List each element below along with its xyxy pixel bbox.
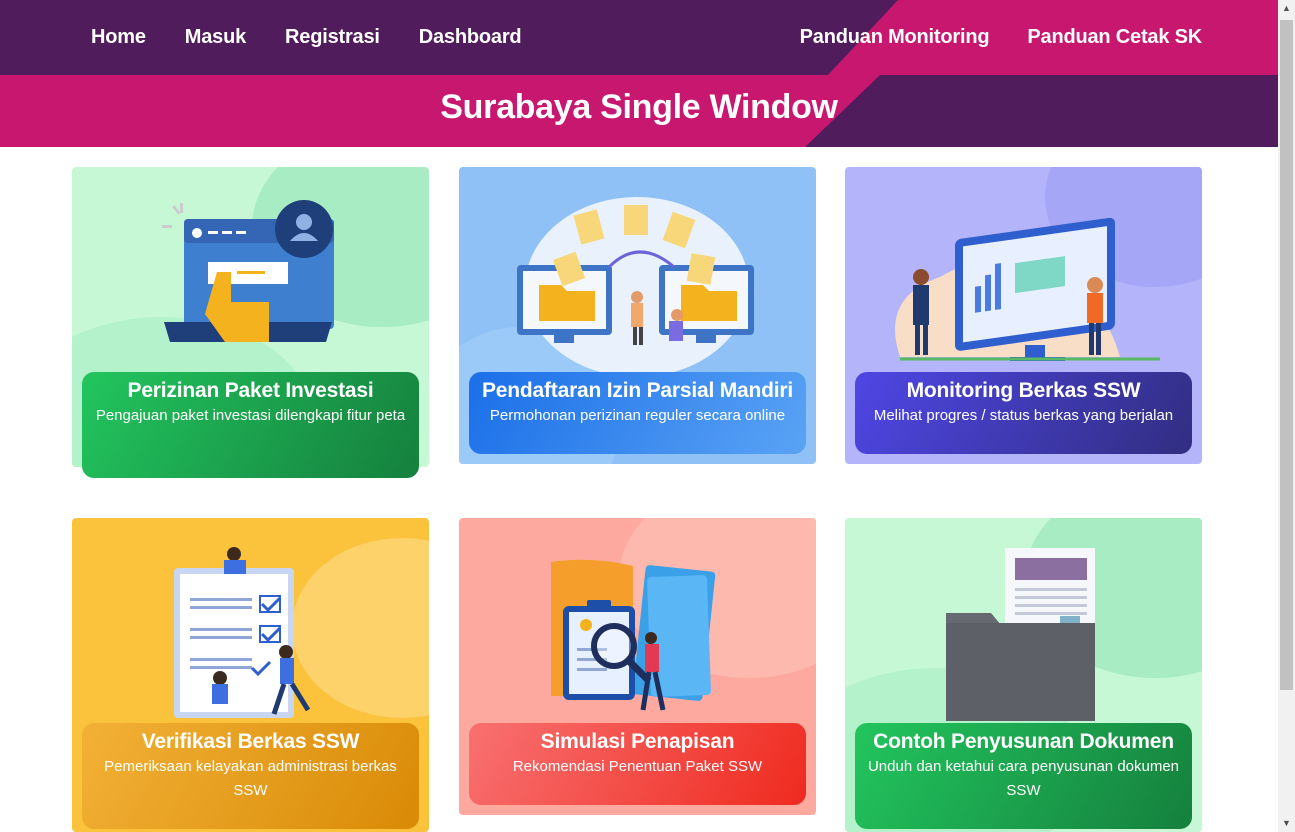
nav-monitoring-guide-link[interactable]: Panduan Monitoring (800, 26, 990, 49)
card-pendaftaran-izin-parsial-mandiri[interactable]: Pendaftaran Izin Parsial Mandiri Permoho… (459, 167, 816, 464)
card-caption: Simulasi Penapisan Rekomendasi Penentuan… (469, 723, 806, 805)
nav-left-group: Home Masuk Registrasi Dashboard (91, 0, 522, 75)
nav-home-link[interactable]: Home (91, 26, 146, 49)
card-perizinan-paket-investasi[interactable]: Perizinan Paket Investasi Pengajuan pake… (72, 167, 429, 478)
clipboard-search-illustration-icon (551, 559, 716, 711)
card-simulasi-penapisan[interactable]: Simulasi Penapisan Rekomendasi Penentuan… (459, 518, 816, 815)
title-banner: Surabaya Single Window (0, 75, 1278, 147)
login-hand-illustration-icon (162, 200, 334, 342)
card-verifikasi-berkas-ssw[interactable]: Verifikasi Berkas SSW Pemeriksaan kelaya… (72, 518, 429, 832)
nav-dashboard-link[interactable]: Dashboard (419, 26, 522, 49)
card-monitoring-berkas-ssw[interactable]: Monitoring Berkas SSW Melihat progres / … (845, 167, 1202, 464)
card-caption: Monitoring Berkas SSW Melihat progres / … (855, 372, 1192, 454)
card-caption: Pendaftaran Izin Parsial Mandiri Permoho… (469, 372, 806, 454)
top-navbar: Home Masuk Registrasi Dashboard Panduan … (0, 0, 1278, 75)
scroll-down-arrow-icon[interactable]: ▼ (1278, 815, 1295, 832)
card-description: Melihat progres / status berkas yang ber… (873, 407, 1174, 424)
dashboard-monitor-illustration-icon (895, 217, 1160, 361)
card-description: Permohonan perizinan reguler secara onli… (489, 407, 786, 424)
card-title: Simulasi Penapisan (540, 730, 735, 753)
card-title: Monitoring Berkas SSW (906, 379, 1141, 402)
card-caption: Contoh Penyusunan Dokumen Unduh dan keta… (855, 723, 1192, 829)
card-title: Contoh Penyusunan Dokumen (873, 730, 1174, 753)
card-contoh-penyusunan-dokumen[interactable]: Contoh Penyusunan Dokumen Unduh dan keta… (845, 518, 1202, 832)
card-caption: Perizinan Paket Investasi Pengajuan pake… (82, 372, 419, 478)
nav-print-sk-guide-link[interactable]: Panduan Cetak SK (1027, 26, 1202, 49)
card-description: Unduh dan ketahui cara penyusunan dokume… (867, 758, 1180, 799)
scrollbar-thumb[interactable] (1280, 20, 1293, 690)
nav-register-link[interactable]: Registrasi (285, 26, 380, 49)
card-title: Pendaftaran Izin Parsial Mandiri (481, 379, 794, 402)
card-description: Rekomendasi Penentuan Paket SSW (512, 758, 763, 775)
card-title: Verifikasi Berkas SSW (141, 730, 360, 753)
card-description: Pengajuan paket investasi dilengkapi fit… (95, 407, 406, 424)
card-description: Pemeriksaan kelayakan administrasi berka… (104, 758, 397, 799)
page: Home Masuk Registrasi Dashboard Panduan … (0, 0, 1278, 832)
checklist-illustration-icon (174, 547, 311, 718)
nav-right-group: Panduan Monitoring Panduan Cetak SK (800, 0, 1203, 75)
file-transfer-illustration-icon (517, 197, 754, 372)
card-title: Perizinan Paket Investasi (127, 379, 374, 402)
nav-login-link[interactable]: Masuk (185, 26, 246, 49)
scroll-up-arrow-icon[interactable]: ▲ (1278, 0, 1295, 17)
site-title: Surabaya Single Window (440, 88, 838, 126)
card-caption: Verifikasi Berkas SSW Pemeriksaan kelaya… (82, 723, 419, 829)
folder-document-illustration-icon (946, 548, 1095, 721)
page-scrollbar[interactable]: ▲ ▼ (1278, 0, 1295, 832)
